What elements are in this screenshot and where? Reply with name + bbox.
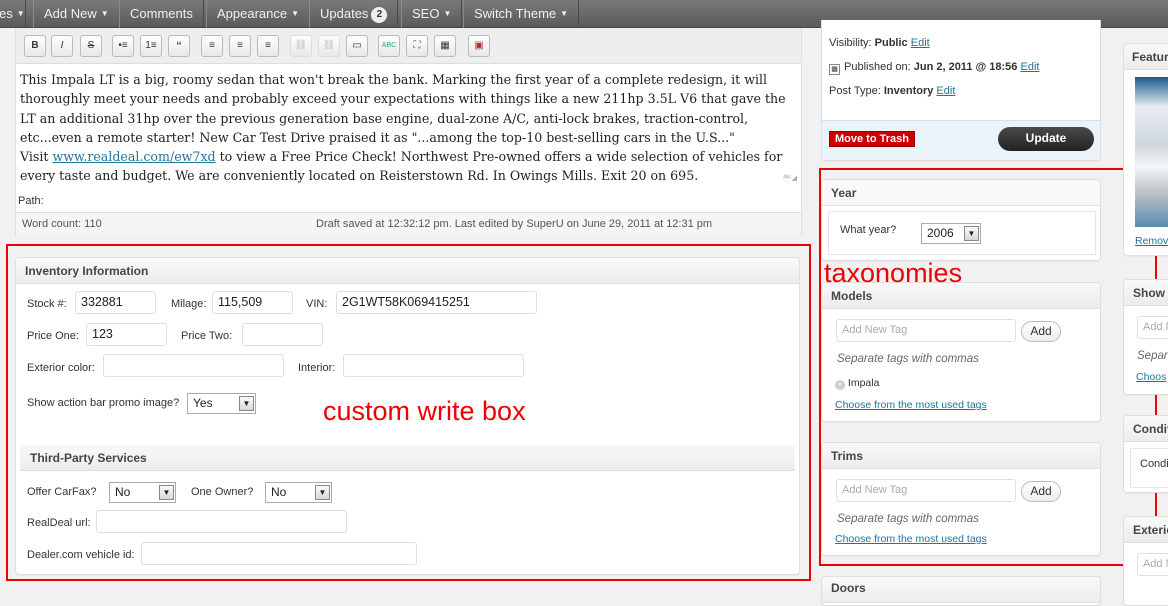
italic-button[interactable]: I	[51, 35, 73, 57]
exterior-input[interactable]: Add N	[1137, 553, 1168, 576]
editor-content[interactable]: This Impala LT is a big, roomy sedan tha…	[20, 70, 798, 186]
featured-title: Featur	[1124, 44, 1168, 70]
publish-actions: Move to Trash Update	[822, 120, 1100, 160]
publish-metabox: Visibility: Public Edit ▦ Published on: J…	[821, 20, 1101, 161]
featured-car-image	[1135, 77, 1168, 227]
align-left-button[interactable]: ≡	[201, 35, 223, 57]
editor-statusbar: Word count: 110 Draft saved at 12:32:12 …	[16, 212, 801, 236]
exterior-metabox: Exterio Add N	[1123, 516, 1168, 606]
editor-toolbar: B I S •≡ 1≡ “ ≡ ≡ ≡ ⛓ ⛓ ▭ ABC ⛶ ▦ ▣	[16, 28, 801, 64]
admin-bar-updates[interactable]: Updates 2	[309, 0, 399, 28]
editor-path: Path:	[18, 195, 44, 207]
fullscreen-button[interactable]: ⛶	[406, 35, 428, 57]
show-hint: Separ	[1137, 350, 1168, 362]
draft-status: Draft saved at 12:32:12 pm. Last edited …	[316, 218, 713, 230]
updates-count-badge: 2	[371, 7, 388, 23]
post-editor: B I S •≡ 1≡ “ ≡ ≡ ≡ ⛓ ⛓ ▭ ABC ⛶ ▦ ▣ This…	[15, 28, 802, 236]
admin-bar-comments[interactable]: Comments	[119, 0, 204, 28]
spellcheck-button[interactable]: ABC	[378, 35, 400, 57]
doors-title: Doors	[822, 577, 1100, 603]
doors-metabox: Doors	[821, 576, 1101, 606]
word-count: Word count: 110	[22, 218, 102, 230]
custom-plugin-button[interactable]: ▣	[468, 35, 490, 57]
numbered-list-button[interactable]: 1≡	[140, 35, 162, 57]
published-row: ▦ Published on: Jun 2, 2011 @ 18:56 Edit	[829, 61, 1039, 75]
link-icon[interactable]: ⛓	[290, 35, 312, 57]
featured-image-metabox: Featur Remov	[1123, 43, 1168, 256]
custom-write-box-annotation: custom write box	[323, 396, 526, 426]
show-choose-link[interactable]: Choos	[1136, 371, 1166, 383]
admin-bar-add-new[interactable]: Add New ▼	[33, 0, 120, 28]
taxonomies-annotation: taxonomies	[824, 258, 963, 288]
admin-bar-seo[interactable]: SEO ▼	[401, 0, 463, 28]
bold-button[interactable]: B	[24, 35, 46, 57]
visibility-row: Visibility: Public Edit	[829, 37, 930, 49]
show-title: Show c	[1124, 280, 1168, 306]
post-type-edit-link[interactable]: Edit	[936, 85, 955, 97]
content-link[interactable]: www.realdeal.com/ew7xd	[52, 149, 215, 164]
taxonomies-outline	[819, 168, 1157, 566]
show-metabox: Show c Add N Separ Choos	[1123, 279, 1168, 395]
condition-inner: Condi	[1130, 448, 1168, 488]
condition-metabox: Conditi Condi	[1123, 415, 1168, 493]
align-right-button[interactable]: ≡	[257, 35, 279, 57]
blockquote-button[interactable]: “	[168, 35, 190, 57]
align-center-button[interactable]: ≡	[229, 35, 251, 57]
admin-bar-appearance[interactable]: Appearance ▼	[206, 0, 311, 28]
admin-bar-switch-theme[interactable]: Switch Theme ▼	[463, 0, 580, 28]
kitchen-sink-button[interactable]: ▦	[434, 35, 456, 57]
condition-label: Condi	[1140, 458, 1168, 470]
resize-handle-icon[interactable]: ᴬᴮᶜ◢	[783, 174, 797, 182]
exterior-title: Exterio	[1124, 517, 1168, 543]
bullet-list-button[interactable]: •≡	[112, 35, 134, 57]
move-to-trash-button[interactable]: Move to Trash	[829, 131, 915, 147]
more-tag-button[interactable]: ▭	[346, 35, 368, 57]
content-paragraph-1: This Impala LT is a big, roomy sedan tha…	[20, 72, 786, 145]
strikethrough-button[interactable]: S	[80, 35, 102, 57]
show-input[interactable]: Add N	[1137, 316, 1168, 339]
admin-bar-item-prev[interactable]: es ▼	[0, 0, 26, 28]
condition-title: Conditi	[1124, 416, 1168, 442]
update-button[interactable]: Update	[998, 127, 1094, 151]
unlink-icon[interactable]: ⛓	[318, 35, 340, 57]
featured-remove-link[interactable]: Remov	[1135, 235, 1168, 247]
published-edit-link[interactable]: Edit	[1020, 61, 1039, 73]
content-visit-text: Visit	[20, 149, 53, 165]
calendar-icon: ▦	[829, 64, 840, 75]
visibility-edit-link[interactable]: Edit	[911, 37, 930, 49]
post-type-row: Post Type: Inventory Edit	[829, 85, 956, 97]
